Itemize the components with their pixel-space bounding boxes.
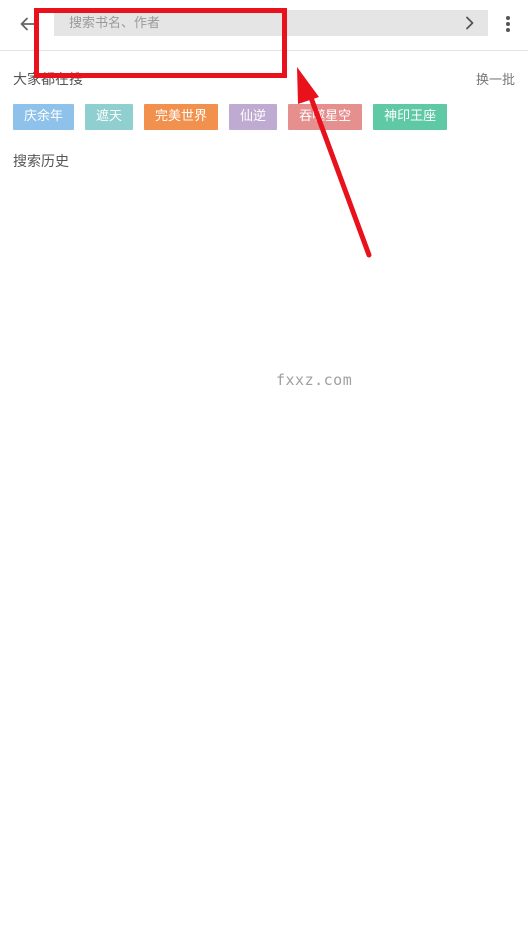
highlight-box — [34, 8, 287, 78]
more-menu-button[interactable] — [502, 12, 514, 36]
search-go-button[interactable] — [460, 13, 480, 33]
hot-search-tags: 庆余年 遮天 完美世界 仙逆 吞噬星空 神印王座 — [13, 104, 448, 130]
annotation-arrow — [297, 67, 372, 258]
search-page: 大家都在搜 换一批 庆余年遮天完美世界仙逆吞噬星空神印王座 搜索历史 fxxz.… — [0, 0, 528, 938]
chevron-right-icon — [466, 16, 474, 30]
hot-search-tag[interactable]: 遮天 — [85, 104, 134, 130]
refresh-button[interactable]: 换一批 — [476, 69, 515, 88]
watermark: fxxz.com — [276, 371, 353, 389]
hot-search-tag[interactable]: 完美世界 — [144, 104, 219, 130]
search-history-title: 搜索历史 — [13, 154, 69, 170]
hot-search-tag[interactable]: 庆余年 — [13, 104, 75, 130]
more-vertical-icon — [506, 16, 510, 32]
hot-search-tag[interactable]: 吞噬星空 — [288, 104, 363, 130]
hot-search-tag[interactable]: 神印王座 — [373, 104, 448, 130]
hot-search-tag[interactable]: 仙逆 — [229, 104, 278, 130]
